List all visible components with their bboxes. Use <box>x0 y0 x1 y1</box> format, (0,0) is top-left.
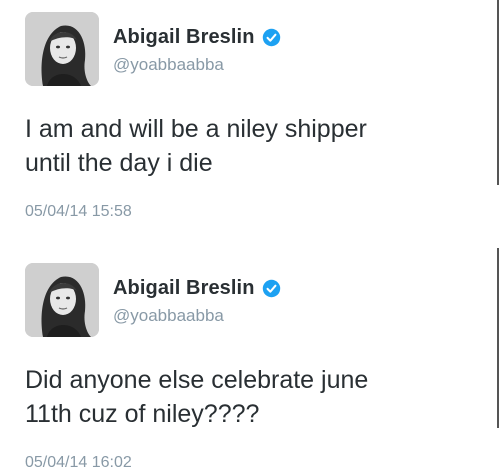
author-handle[interactable]: @yoabbaabba <box>113 306 224 326</box>
tweet-card[interactable]: Abigail Breslin @yoabbaabba I am and wil… <box>0 0 499 230</box>
tweet-text: I am and will be a niley shipper until t… <box>25 112 490 180</box>
verified-badge-icon <box>262 28 281 47</box>
tweet-text-line: until the day i die <box>25 149 213 177</box>
avatar[interactable] <box>25 263 99 337</box>
tweet-card[interactable]: Abigail Breslin @yoabbaabba Did anyone e… <box>0 248 499 471</box>
verified-badge-icon <box>262 279 281 298</box>
tweet-timestamp[interactable]: 05/04/14 15:58 <box>25 203 132 221</box>
author-row: Abigail Breslin <box>113 25 281 49</box>
tweet-text-line: 11th cuz of niley???? <box>25 400 260 428</box>
tweet-text-line: I am and will be a niley shipper <box>25 115 367 143</box>
author-name[interactable]: Abigail Breslin <box>113 26 255 49</box>
tweet-text: Did anyone else celebrate june 11th cuz … <box>25 363 490 431</box>
author-name[interactable]: Abigail Breslin <box>113 277 255 300</box>
author-row: Abigail Breslin <box>113 276 281 300</box>
tweet-timestamp[interactable]: 05/04/14 16:02 <box>25 454 132 472</box>
avatar[interactable] <box>25 12 99 86</box>
tweet-text-line: Did anyone else celebrate june <box>25 366 369 394</box>
author-handle[interactable]: @yoabbaabba <box>113 55 224 75</box>
